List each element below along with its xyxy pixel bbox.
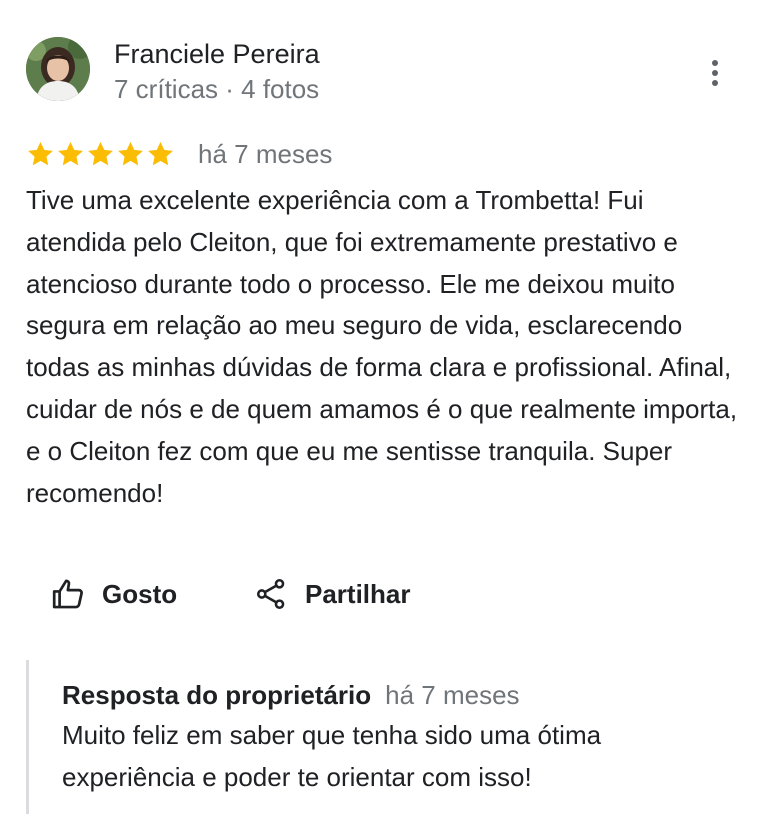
review-date: há 7 meses (198, 139, 333, 169)
star-rating (26, 140, 176, 168)
more-vert-icon (712, 60, 718, 66)
like-button[interactable]: Gosto (50, 574, 177, 614)
thumb-up-icon (52, 579, 83, 609)
reviewer-name[interactable]: Franciele Pereira (114, 37, 320, 71)
star-icon (26, 140, 55, 168)
more-vert-icon-dot (712, 70, 718, 76)
star-icon (56, 140, 85, 168)
owner-reply-date: há 7 meses (385, 680, 520, 710)
share-button-label: Partilhar (305, 578, 411, 609)
more-vert-icon-dot (712, 80, 718, 86)
share-button[interactable]: Partilhar (254, 574, 411, 614)
like-button-label: Gosto (102, 578, 178, 609)
avatar-photo (26, 37, 90, 101)
star-icon (86, 140, 115, 168)
owner-reply-header: Resposta do proprietário há 7 meses (62, 678, 520, 712)
owner-reply-text: Muito feliz em saber que tenha sido uma … (62, 720, 602, 792)
owner-reply: Resposta do proprietário há 7 meses Muito… (26, 660, 741, 814)
share-icon (256, 578, 285, 610)
star-icon (146, 140, 175, 168)
review-text: Tive uma excelente experiência com a Tro… (26, 185, 738, 508)
star-icon (116, 140, 145, 168)
reviewer-avatar[interactable] (26, 37, 90, 101)
reviewer-meta: 7 críticas · 4 fotos (114, 74, 320, 104)
more-options-button[interactable] (700, 56, 730, 90)
owner-reply-title: Resposta do proprietário (62, 680, 372, 710)
